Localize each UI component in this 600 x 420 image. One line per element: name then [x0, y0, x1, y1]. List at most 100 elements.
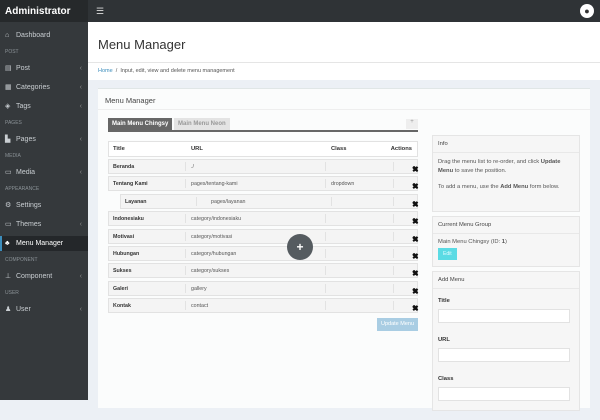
edit-group-button[interactable]: Edit [438, 248, 457, 260]
sidebar-item-pages[interactable]: ▙ Pages ‹ [0, 132, 88, 147]
sidebar-section-label: POST [5, 49, 19, 55]
menu-title: Motivasi [113, 233, 135, 240]
sidebar-item-menu-manager[interactable]: ♣ Menu Manager [0, 236, 88, 251]
gears-icon: ⚙ [5, 202, 12, 209]
add-menu-panel: Add Menu Title URL Class [432, 271, 580, 411]
table-row[interactable]: Hubungan category/hubungan ✎ ✖ [108, 246, 419, 261]
delete-icon[interactable]: ✖ [412, 269, 419, 278]
menu-group-tabs: Main Menu Chingsy Main Menu Neon + [108, 117, 418, 132]
url-input[interactable] [438, 348, 570, 362]
user-avatar-icon[interactable]: ● [580, 4, 594, 18]
divider [185, 283, 186, 293]
plug-icon: ⊥ [5, 273, 12, 280]
divider [196, 196, 197, 206]
menu-url: contact [191, 303, 209, 310]
tab-main-menu-neon[interactable]: Main Menu Neon [174, 118, 230, 130]
chevron-left-icon: ‹ [79, 221, 82, 228]
sidebar-item-settings[interactable]: ⚙ Settings [0, 198, 88, 213]
divider [393, 214, 394, 224]
menu-url: category/motivasi [191, 233, 233, 240]
table-row[interactable]: Beranda ./ ✎ ✖ [108, 159, 419, 174]
text-bold: Add Menu [500, 184, 529, 190]
sidebar-item-dashboard[interactable]: ⌂ Dashboard [0, 28, 88, 43]
menu-class: dropdown [331, 181, 355, 188]
sidebar-item-categories[interactable]: ▦ Categories ‹ [0, 80, 88, 95]
title-input[interactable] [438, 309, 570, 323]
sidebar-item-post[interactable]: ▤ Post ‹ [0, 61, 88, 76]
page-header: Menu Manager [88, 22, 600, 62]
divider [185, 214, 186, 224]
table-row[interactable]: Galeri gallery ✎ ✖ [108, 280, 419, 296]
divider [393, 249, 394, 258]
sidebar-item-label: Dashboard [16, 32, 51, 39]
sidebar-item-label: Post [16, 65, 31, 72]
users-icon: ♟ [5, 306, 12, 313]
menu-manager-box: Menu Manager Main Menu Chingsy Main Menu… [98, 88, 590, 411]
breadcrumb-home-link[interactable]: Home [98, 68, 113, 74]
image-icon: ▭ [5, 169, 12, 176]
delete-icon[interactable]: ✖ [412, 217, 419, 226]
sidebar-item-media[interactable]: ▭ Media ‹ [0, 165, 88, 180]
class-label: Class [438, 376, 454, 382]
text: To add a menu, use the [438, 184, 501, 190]
divider [185, 301, 186, 311]
divider [393, 162, 394, 171]
menu-title: Layanan [125, 198, 147, 205]
update-menu-button[interactable]: Update Menu [377, 318, 418, 331]
group-name: Main Menu Chingsy (ID: 1) [438, 239, 574, 245]
breadcrumb: Home / Input, edit, view and delete menu… [88, 62, 600, 80]
table-row[interactable]: Sukses category/sukses ✎ ✖ [108, 263, 419, 279]
text: to save the position. [453, 168, 507, 174]
chevron-left-icon: ‹ [79, 273, 82, 280]
delete-icon[interactable]: ✖ [412, 182, 419, 191]
title-label: Title [438, 298, 450, 304]
table-row[interactable]: Tentang Kami pages/tentang-kami dropdown… [108, 176, 419, 192]
menu-url: category/sukses [191, 268, 230, 275]
divider [185, 249, 186, 258]
info-text-reorder: Drag the menu list to re-order, and clic… [438, 158, 574, 176]
sidebar-item-label: Media [16, 169, 36, 176]
divider [325, 266, 326, 276]
tab-main-menu-chingsy[interactable]: Main Menu Chingsy [108, 118, 173, 130]
hamburger-menu-icon[interactable]: ☰ [96, 6, 104, 17]
group-title: Current Menu Group [433, 217, 579, 234]
add-group-button[interactable]: + [406, 119, 418, 129]
table-row[interactable]: Indonesiaku category/indonesiaku ✎ ✖ [108, 211, 419, 227]
sidebar-item-user[interactable]: ♟ User ‹ [0, 302, 88, 317]
delete-icon[interactable]: ✖ [412, 235, 419, 244]
sidebar-item-label: Pages [16, 136, 36, 143]
chevron-left-icon: ‹ [79, 103, 82, 110]
list-icon: ▦ [5, 84, 12, 91]
sidebar-item-component[interactable]: ⊥ Component ‹ [0, 269, 88, 284]
menu-url: pages/layanan [211, 198, 246, 205]
menu-title: Kontak [113, 303, 131, 310]
divider [98, 109, 590, 110]
monitor-icon: ▭ [5, 221, 12, 228]
divider [325, 179, 326, 189]
chevron-left-icon: ‹ [79, 169, 82, 176]
delete-icon[interactable]: ✖ [412, 165, 419, 174]
divider [325, 162, 326, 171]
table-row[interactable]: Layanan pages/layanan ✎ ✖ [120, 193, 419, 209]
divider [331, 196, 332, 206]
class-input[interactable] [438, 387, 570, 401]
sidebar-item-label: Component [16, 273, 53, 280]
text: ) [505, 239, 507, 245]
delete-icon[interactable]: ✖ [412, 200, 419, 209]
chevron-left-icon: ‹ [79, 136, 82, 143]
brand-logo[interactable]: Administrator [0, 0, 88, 22]
divider [393, 266, 394, 276]
divider [325, 283, 326, 293]
sidebar-item-themes[interactable]: ▭ Themes ‹ [0, 217, 88, 232]
sidebar-section-label: MEDIA [5, 153, 21, 159]
delete-icon[interactable]: ✖ [412, 304, 419, 313]
delete-icon[interactable]: ✖ [412, 252, 419, 261]
delete-icon[interactable]: ✖ [412, 287, 419, 296]
tags-icon: ◈ [5, 103, 11, 110]
table-row[interactable]: Motivasi category/motivasi ✎ ✖ [108, 228, 419, 244]
add-menu-fab-button[interactable]: + [287, 234, 313, 260]
table-row[interactable]: Kontak contact ✎ ✖ [108, 298, 419, 314]
text: Main Menu Chingsy (ID: [438, 239, 502, 245]
divider [185, 162, 186, 171]
sidebar-item-tags[interactable]: ◈ Tags ‹ [0, 99, 88, 114]
